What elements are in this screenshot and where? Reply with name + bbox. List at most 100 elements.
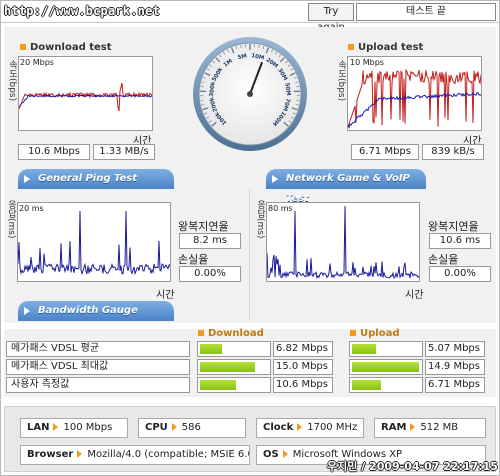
upload-graph	[347, 56, 482, 131]
upload-title: Upload test	[348, 42, 423, 53]
bw-fill	[352, 362, 419, 372]
ping-right-loss-value: 0.00%	[429, 266, 491, 282]
upload-mbps-value: 6.71 Mbps	[351, 144, 419, 160]
bw-row-up-bar	[349, 341, 423, 357]
clock-info: Clock 1700 MHz	[256, 418, 364, 438]
lan-value: 100 Mbps	[63, 422, 113, 433]
bw-fill	[352, 344, 377, 354]
arrow-right-icon	[171, 423, 177, 431]
download-series-red	[19, 82, 152, 112]
bw-fill	[200, 362, 256, 372]
bw-download-header-text: Download	[208, 328, 264, 339]
ping-left-xlabel: 시간	[156, 290, 175, 301]
ping-right-graph	[266, 202, 420, 282]
ram-label: RAM	[381, 422, 407, 433]
ram-info: RAM 512 MB	[374, 418, 486, 438]
bw-row-label: 메가패스 VDSL 최대값	[6, 359, 190, 375]
ping-left-graph	[17, 202, 171, 282]
upload-series-red	[348, 68, 481, 128]
bw-row-down-bar	[197, 377, 271, 393]
speed-gauge: 100k200k300k500k1M5M 10M 20M30M50M70M100M	[193, 37, 307, 151]
bw-row-down-value: 10.6 Mbps	[273, 377, 333, 393]
bw-row-down-bar	[197, 359, 271, 375]
bw-row-label: 사용자 측정값	[6, 377, 190, 393]
download-title: Download test	[20, 42, 112, 53]
upload-scale-label: 10 Mbps	[350, 58, 384, 67]
panel-divider	[249, 190, 250, 320]
upload-series-blue	[348, 92, 481, 129]
ping-right-xlabel: 시간	[405, 290, 424, 301]
browser-info: Browser Mozilla/4.0 (compatible; MSIE 6.0	[20, 445, 250, 465]
ping-left-scale-label: 20 ms	[19, 204, 44, 213]
site-url: http://www.bcpark.net	[4, 4, 160, 18]
arrow-right-icon	[53, 423, 59, 431]
arrow-right-icon	[297, 423, 303, 431]
bw-fill	[200, 380, 237, 390]
general-ping-ribbon: General Ping Test	[18, 169, 174, 189]
download-graph	[18, 56, 153, 131]
bw-row-up-value: 14.9 Mbps	[425, 359, 485, 375]
download-title-text: Download test	[30, 42, 112, 53]
ping-right-loss-label: 손실율	[428, 253, 459, 266]
cpu-label: CPU	[145, 422, 168, 433]
upload-graph-svg	[348, 68, 481, 129]
bullet-icon	[20, 44, 26, 50]
bw-fill	[352, 380, 382, 390]
footer-timestamp: 우지민 / 2009-04-07 22:17:15	[327, 460, 498, 473]
download-scale-label: 20 Mbps	[20, 58, 54, 67]
lan-info: LAN 100 Mbps	[20, 418, 128, 438]
upload-title-text: Upload test	[358, 42, 424, 53]
bw-row-down-value: 6.82 Mbps	[273, 341, 333, 357]
browser-label: Browser	[27, 449, 74, 460]
download-mbs-value: 1.33 MB/s	[93, 144, 155, 160]
ping-right-scale-label: 80 ms	[268, 204, 293, 213]
os-label: OS	[263, 449, 279, 460]
test-end-button[interactable]: 테스트 끝	[356, 3, 496, 21]
cpu-value: 586	[181, 422, 201, 433]
ram-value: 512 MB	[420, 422, 459, 433]
bw-row-down-bar	[197, 341, 271, 357]
arrow-right-icon	[77, 450, 83, 458]
arrow-right-icon	[272, 175, 278, 183]
bw-row-up-value: 6.71 Mbps	[425, 377, 485, 393]
ping-left-loss-label: 손실율	[178, 253, 209, 266]
try-again-button[interactable]: Try again	[308, 3, 354, 33]
arrow-right-icon	[410, 423, 416, 431]
bw-row-up-bar	[349, 359, 423, 375]
clock-label: Clock	[263, 422, 294, 433]
gauge-hub	[247, 91, 253, 97]
clock-value: 1700 MHz	[307, 422, 358, 433]
bw-fill	[200, 344, 222, 354]
bullet-icon	[348, 44, 354, 50]
bw-row-label: 메가패스 VDSL 평균	[6, 341, 190, 357]
ping-right-series	[267, 205, 419, 280]
bw-row-down-value: 15.0 Mbps	[273, 359, 333, 375]
arrow-right-icon	[24, 175, 30, 183]
bw-download-header: Download	[198, 328, 264, 339]
ping-left-loss-value: 0.00%	[179, 266, 241, 282]
browser-value: Mozilla/4.0 (compatible; MSIE 6.0	[87, 449, 250, 460]
arrow-right-icon	[24, 307, 30, 315]
bandwidth-ribbon: Bandwidth Gauge	[18, 301, 174, 321]
bw-upload-header-text: Upload	[360, 328, 400, 339]
bw-row-up-value: 5.07 Mbps	[425, 341, 485, 357]
cpu-info: CPU 586	[138, 418, 246, 438]
bandwidth-title: Bandwidth Gauge	[38, 305, 138, 316]
bw-upload-header: Upload	[350, 328, 399, 339]
arrow-right-icon	[282, 450, 288, 458]
ping-left-rtt-value: 8.2 ms	[179, 233, 241, 249]
bw-row-up-bar	[349, 377, 423, 393]
ping-left-series	[18, 210, 170, 276]
ping-left-rtt-label: 왕복지연율	[178, 220, 229, 233]
download-mbps-value: 10.6 Mbps	[18, 144, 90, 160]
bullet-icon	[198, 330, 204, 336]
general-ping-title: General Ping Test	[38, 173, 138, 184]
game-voip-ribbon: Network Game & VoIP Test	[266, 169, 426, 204]
ping-left-graph-svg	[18, 210, 170, 276]
lan-label: LAN	[27, 422, 50, 433]
ping-right-rtt-value: 10.6 ms	[429, 233, 491, 249]
upload-kbs-value: 839 kB/s	[422, 144, 484, 160]
download-graph-svg	[19, 82, 152, 112]
ping-right-rtt-label: 왕복지연율	[428, 220, 479, 233]
ping-right-graph-svg	[267, 205, 419, 280]
